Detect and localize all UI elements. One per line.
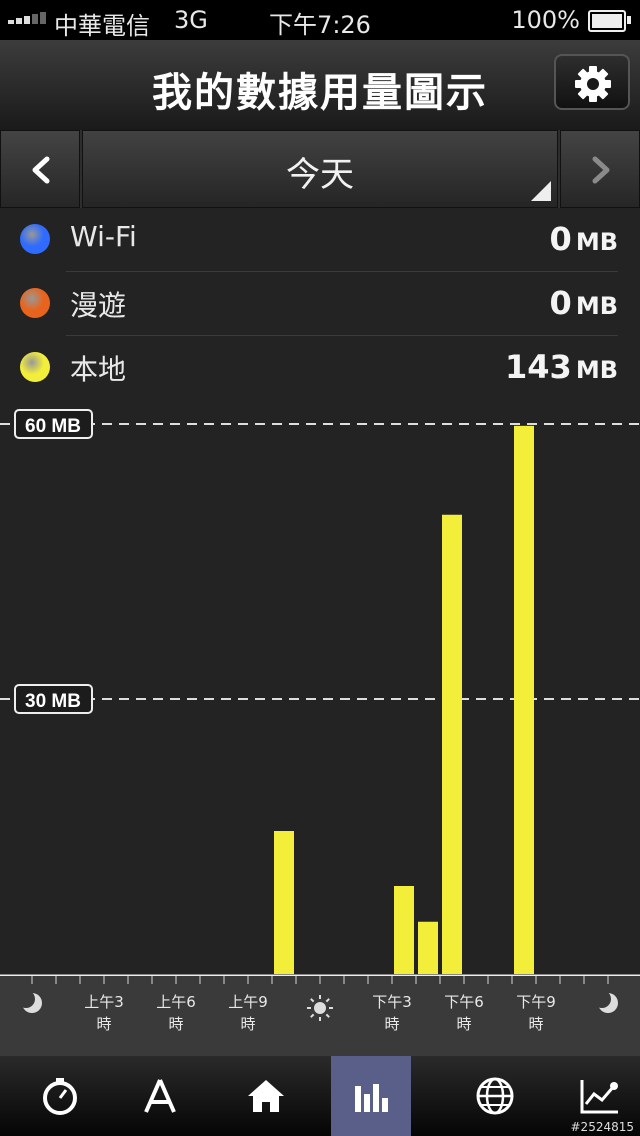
legend-amount: 143 <box>505 348 572 386</box>
home-icon <box>248 1080 284 1112</box>
usage-bar-chart: 30 MB 60 MB <box>0 409 640 978</box>
next-day-button[interactable] <box>560 130 640 208</box>
x-tick-label: 上午9 時 <box>228 993 268 1033</box>
date-range-label: 今天 <box>286 155 354 195</box>
gear-icon <box>575 66 611 102</box>
bar <box>514 425 534 974</box>
tab-bar: #2524815 <box>0 1056 640 1136</box>
bar <box>442 514 462 974</box>
tab-home[interactable] <box>226 1056 306 1136</box>
moon-icon <box>593 990 618 1013</box>
legend-row-roaming[interactable]: 漫遊 0 MB <box>0 272 640 336</box>
x-tick-label: 下午3 時 <box>372 993 412 1033</box>
moon-icon <box>17 990 42 1013</box>
line-chart-icon <box>580 1080 618 1114</box>
legend-label: Wi-Fi <box>70 220 137 253</box>
legend-value: 0 MB <box>550 220 618 258</box>
stopwatch-icon <box>43 1078 77 1115</box>
legend-label: 本地 <box>70 353 127 386</box>
tab-usage-chart[interactable] <box>331 1056 411 1136</box>
app-store-icon <box>144 1079 176 1113</box>
x-tick-label: 上午6 時 <box>156 993 196 1033</box>
x-tick-label: 上午3 時 <box>84 993 124 1033</box>
roaming-color-dot <box>20 288 50 318</box>
legend-row-local[interactable]: 本地 143 MB <box>0 336 640 400</box>
legend-label: 漫遊 <box>70 289 127 322</box>
watermark: #2524815 <box>570 1120 635 1134</box>
wifi-color-dot <box>20 224 50 254</box>
page-title: 我的數據用量圖示 <box>152 70 488 116</box>
status-bar: 中華電信 3G 下午7:26 100% <box>0 0 640 40</box>
legend-amount: 0 <box>549 284 572 322</box>
time-axis: 上午3 時上午6 時上午9 時 下午3 時下午6 時下午9 時 <box>0 976 640 1056</box>
local-color-dot <box>20 352 50 382</box>
legend-amount: 0 <box>549 220 572 258</box>
battery-percentage: 100% <box>511 6 580 34</box>
legend-value: 143 MB <box>505 348 618 386</box>
chevron-left-icon <box>32 156 50 184</box>
legend-unit: MB <box>575 292 618 320</box>
bar <box>394 886 414 974</box>
previous-day-button[interactable] <box>0 130 80 208</box>
dropdown-corner-icon <box>531 181 551 201</box>
x-tick-label: 下午6 時 <box>444 993 484 1033</box>
settings-button[interactable] <box>554 54 630 110</box>
date-selector: 今天 <box>0 130 640 208</box>
legend-row-wifi[interactable]: Wi-Fi 0 MB <box>0 208 640 272</box>
navigation-bar: 我的數據用量圖示 <box>0 40 640 131</box>
bar <box>418 921 438 974</box>
bar-chart-icon <box>355 1084 388 1112</box>
bar <box>274 831 294 974</box>
battery-icon <box>588 10 631 32</box>
chevron-right-icon <box>592 156 610 184</box>
x-tick-label: 下午9 時 <box>516 993 556 1033</box>
tab-apps[interactable] <box>120 1056 200 1136</box>
date-range-picker[interactable]: 今天 <box>82 130 558 208</box>
y-tick-label: 30 MB <box>25 691 81 712</box>
usage-chart: 30 MB 60 MB <box>0 400 640 978</box>
y-tick-label: 60 MB <box>25 416 81 437</box>
legend-value: 0 MB <box>550 284 618 322</box>
usage-legend: Wi-Fi 0 MB 漫遊 0 MB 本地 143 MB <box>0 208 640 400</box>
time-axis-svg: 上午3 時上午6 時上午9 時 下午3 時下午6 時下午9 時 <box>17 976 618 1033</box>
legend-unit: MB <box>575 228 618 256</box>
sun-icon <box>307 995 333 1021</box>
globe-icon <box>476 1077 514 1115</box>
tab-globe[interactable] <box>455 1056 535 1136</box>
legend-unit: MB <box>575 356 618 384</box>
tab-stopwatch[interactable] <box>20 1056 100 1136</box>
